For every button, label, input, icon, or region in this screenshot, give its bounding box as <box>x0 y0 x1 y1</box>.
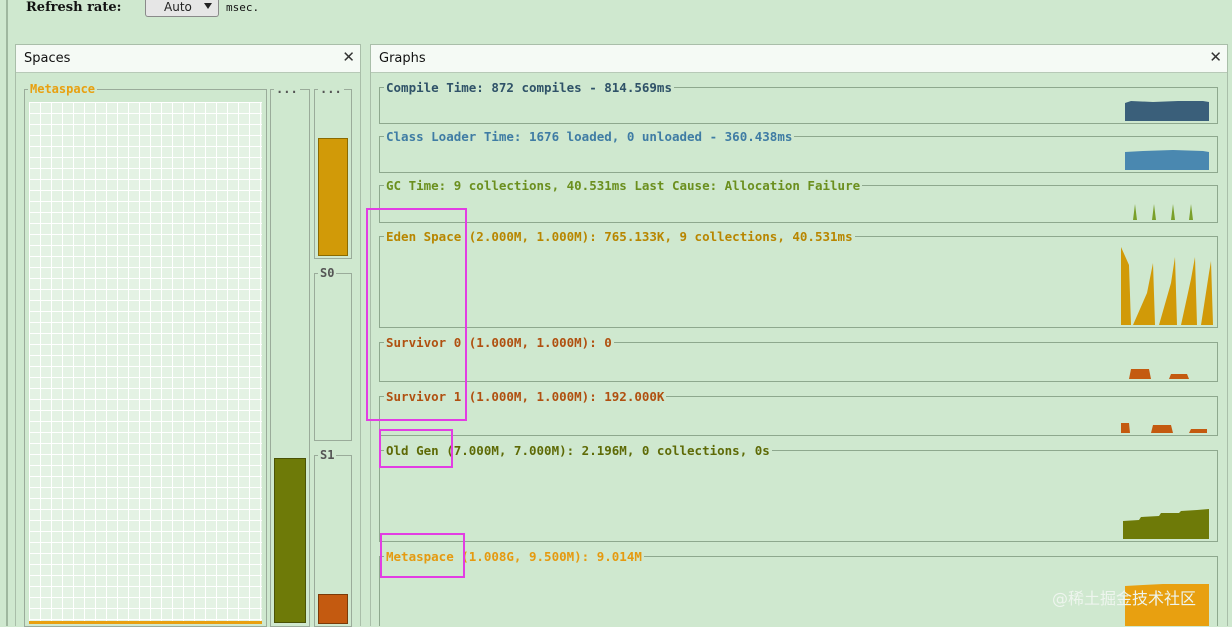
graph-gc-time: GC Time: 9 collections, 40.531ms Last Ca… <box>379 178 1218 223</box>
old-gen-sparkline <box>1123 509 1209 539</box>
highlight-old-gen <box>379 429 453 468</box>
gc-time-sparkline <box>1133 204 1193 220</box>
spaces-panel: Spaces ✕ Metaspace ... ... S0 S1 <box>15 44 361 627</box>
class-loader-sparkline <box>1125 150 1209 170</box>
refresh-rate-value: Auto <box>164 0 192 14</box>
s1-space-label: S1 <box>318 448 337 462</box>
heap-space-label: ... <box>274 82 300 96</box>
s1-space: S1 <box>314 448 352 627</box>
s0-space: S0 <box>314 266 352 441</box>
graph-survivor-1: Survivor 1 (1.000M, 1.000M): 192.000K <box>379 389 1218 436</box>
watermark: @稀土掘金技术社区 <box>1052 589 1197 608</box>
eden-space-sparkline <box>1121 247 1213 325</box>
graphs-panel-header: Graphs ✕ <box>371 45 1227 73</box>
graph-old-gen: Old Gen (7.000M, 7.000M): 2.196M, 0 coll… <box>379 443 1218 542</box>
metaspace-grid <box>29 102 262 622</box>
window-left-border <box>6 0 8 626</box>
chevron-down-icon <box>204 3 212 9</box>
eden-space: ... <box>314 82 352 259</box>
heap-space-column: ... <box>270 82 310 627</box>
graph-title: Compile Time: 872 compiles - 814.569ms <box>384 80 674 95</box>
old-gen-usage-bar <box>274 458 306 623</box>
close-icon[interactable]: ✕ <box>1209 48 1222 66</box>
refresh-rate-unit: msec. <box>226 1 260 14</box>
metaspace-usage-bar <box>29 621 262 624</box>
s0-space-label: S0 <box>318 266 337 280</box>
graph-compile-time: Compile Time: 872 compiles - 814.569ms <box>379 80 1218 124</box>
close-icon[interactable]: ✕ <box>342 48 355 66</box>
spaces-panel-header: Spaces ✕ <box>16 45 360 73</box>
survivor-0-sparkline <box>1129 369 1189 379</box>
graph-title: GC Time: 9 collections, 40.531ms Last Ca… <box>384 178 863 193</box>
eden-space-label: ... <box>318 82 344 96</box>
compile-time-sparkline <box>1125 101 1209 121</box>
refresh-rate-label: Refresh rate: <box>26 0 122 15</box>
spaces-panel-title: Spaces <box>24 51 71 66</box>
graph-eden-space: Eden Space (2.000M, 1.000M): 765.133K, 9… <box>379 229 1218 328</box>
graph-title: Class Loader Time: 1676 loaded, 0 unload… <box>384 129 795 144</box>
survivor-1-sparkline <box>1121 423 1207 433</box>
graph-survivor-0: Survivor 0 (1.000M, 1.000M): 0 <box>379 335 1218 382</box>
graphs-panel-title: Graphs <box>379 51 426 66</box>
toolbar: Refresh rate: Auto msec. <box>0 0 1232 22</box>
highlight-metaspace <box>380 533 465 578</box>
highlight-young-gen <box>366 208 467 421</box>
metaspace-space: Metaspace <box>24 82 267 627</box>
metaspace-space-label: Metaspace <box>28 82 98 96</box>
s1-usage-bar <box>318 594 348 624</box>
graph-class-loader: Class Loader Time: 1676 loaded, 0 unload… <box>379 129 1218 173</box>
refresh-rate-select[interactable]: Auto <box>145 0 219 17</box>
eden-usage-bar <box>318 138 348 256</box>
